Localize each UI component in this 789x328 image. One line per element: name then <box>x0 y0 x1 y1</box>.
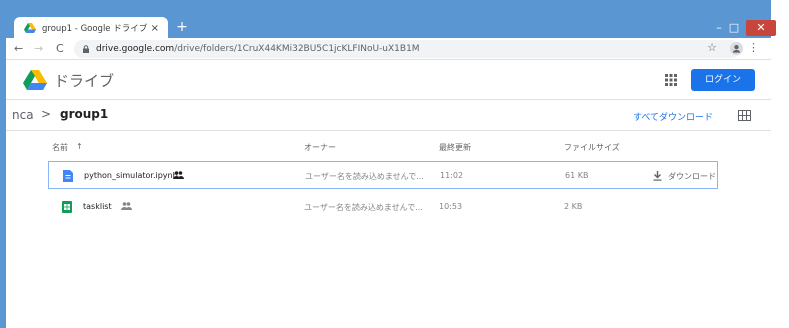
account-icon[interactable] <box>730 42 743 55</box>
tab-bar: group1 - Google ドライブ × + – □ ✕ <box>6 12 776 39</box>
new-tab-button[interactable]: + <box>173 18 191 36</box>
tab-title: group1 - Google ドライブ <box>42 24 148 34</box>
file-modified: 10:53 <box>439 202 463 211</box>
file-owner: ユーザー名を読み込めませんで... <box>304 203 423 212</box>
notebook-file-icon <box>63 170 73 182</box>
drive-logo-icon <box>23 70 47 90</box>
column-name[interactable]: 名前 <box>52 142 68 153</box>
browser-toolbar: ← → C drive.google.com/drive/folders/1Cr… <box>6 38 771 60</box>
breadcrumb: nca > group1 すべてダウンロード <box>6 101 771 131</box>
column-owner: オーナー <box>304 143 336 152</box>
lock-icon <box>83 45 89 53</box>
drive-page: ドライブ ログイン nca > group1 すべてダウンロード 名前 ↑ オー… <box>6 60 771 328</box>
file-list-header: 名前 ↑ オーナー 最終更新 ファイルサイズ <box>48 136 718 158</box>
drive-favicon-icon <box>24 23 36 33</box>
file-row[interactable]: python_simulator.ipynb ユーザー名を読み込めませんで...… <box>48 161 718 189</box>
back-button[interactable]: ← <box>14 41 23 57</box>
download-icon <box>653 171 662 181</box>
download-button[interactable]: ダウンロード <box>653 169 716 183</box>
shared-people-icon <box>121 202 132 210</box>
drive-brand: ドライブ <box>54 72 115 90</box>
grid-view-icon[interactable] <box>738 109 751 122</box>
url-host: drive.google.com <box>96 44 175 54</box>
drive-header: ドライブ ログイン <box>6 60 771 100</box>
tab-close-icon[interactable]: × <box>151 23 159 34</box>
url-text: drive.google.com/drive/folders/1CruX44KM… <box>96 44 420 54</box>
bookmark-star-icon[interactable]: ☆ <box>707 41 717 54</box>
forward-button[interactable]: → <box>34 41 43 57</box>
file-modified: 11:02 <box>440 171 464 180</box>
breadcrumb-current[interactable]: group1 <box>60 107 108 121</box>
maximize-button[interactable]: □ <box>728 20 740 36</box>
url-path: /drive/folders/1CruX44KMi32BU5C1jcKLFINo… <box>174 44 420 54</box>
file-size: 2 KB <box>564 202 583 211</box>
address-bar[interactable]: drive.google.com/drive/folders/1CruX44KM… <box>74 40 740 58</box>
file-row[interactable]: tasklist ユーザー名を読み込めませんで... 10:53 2 KB <box>48 193 718 221</box>
breadcrumb-parent[interactable]: nca <box>12 108 34 122</box>
reload-button[interactable]: C <box>56 41 64 57</box>
shared-people-icon <box>173 171 184 179</box>
download-label: ダウンロード <box>668 171 716 181</box>
apps-grid-icon[interactable] <box>664 73 678 87</box>
column-size: ファイルサイズ <box>564 143 620 152</box>
file-owner: ユーザー名を読み込めませんで... <box>305 172 424 181</box>
browser-window: group1 - Google ドライブ × + – □ ✕ ← → C dri… <box>0 0 789 328</box>
window-edge <box>771 0 789 328</box>
sheets-file-icon <box>62 201 72 213</box>
file-size: 61 KB <box>565 171 589 180</box>
column-modified: 最終更新 <box>439 143 471 152</box>
file-name[interactable]: python_simulator.ipynb <box>84 171 178 180</box>
browser-tab[interactable]: group1 - Google ドライブ × <box>14 17 168 39</box>
file-name[interactable]: tasklist <box>83 202 112 211</box>
close-window-button[interactable]: ✕ <box>746 20 776 36</box>
minimize-button[interactable]: – <box>713 20 725 36</box>
browser-menu-icon[interactable]: ⋮ <box>748 41 759 54</box>
chevron-right-icon: > <box>41 107 52 121</box>
download-all-button[interactable]: すべてダウンロード <box>633 110 713 123</box>
login-button[interactable]: ログイン <box>691 69 755 91</box>
sort-arrow-icon[interactable]: ↑ <box>76 142 83 151</box>
